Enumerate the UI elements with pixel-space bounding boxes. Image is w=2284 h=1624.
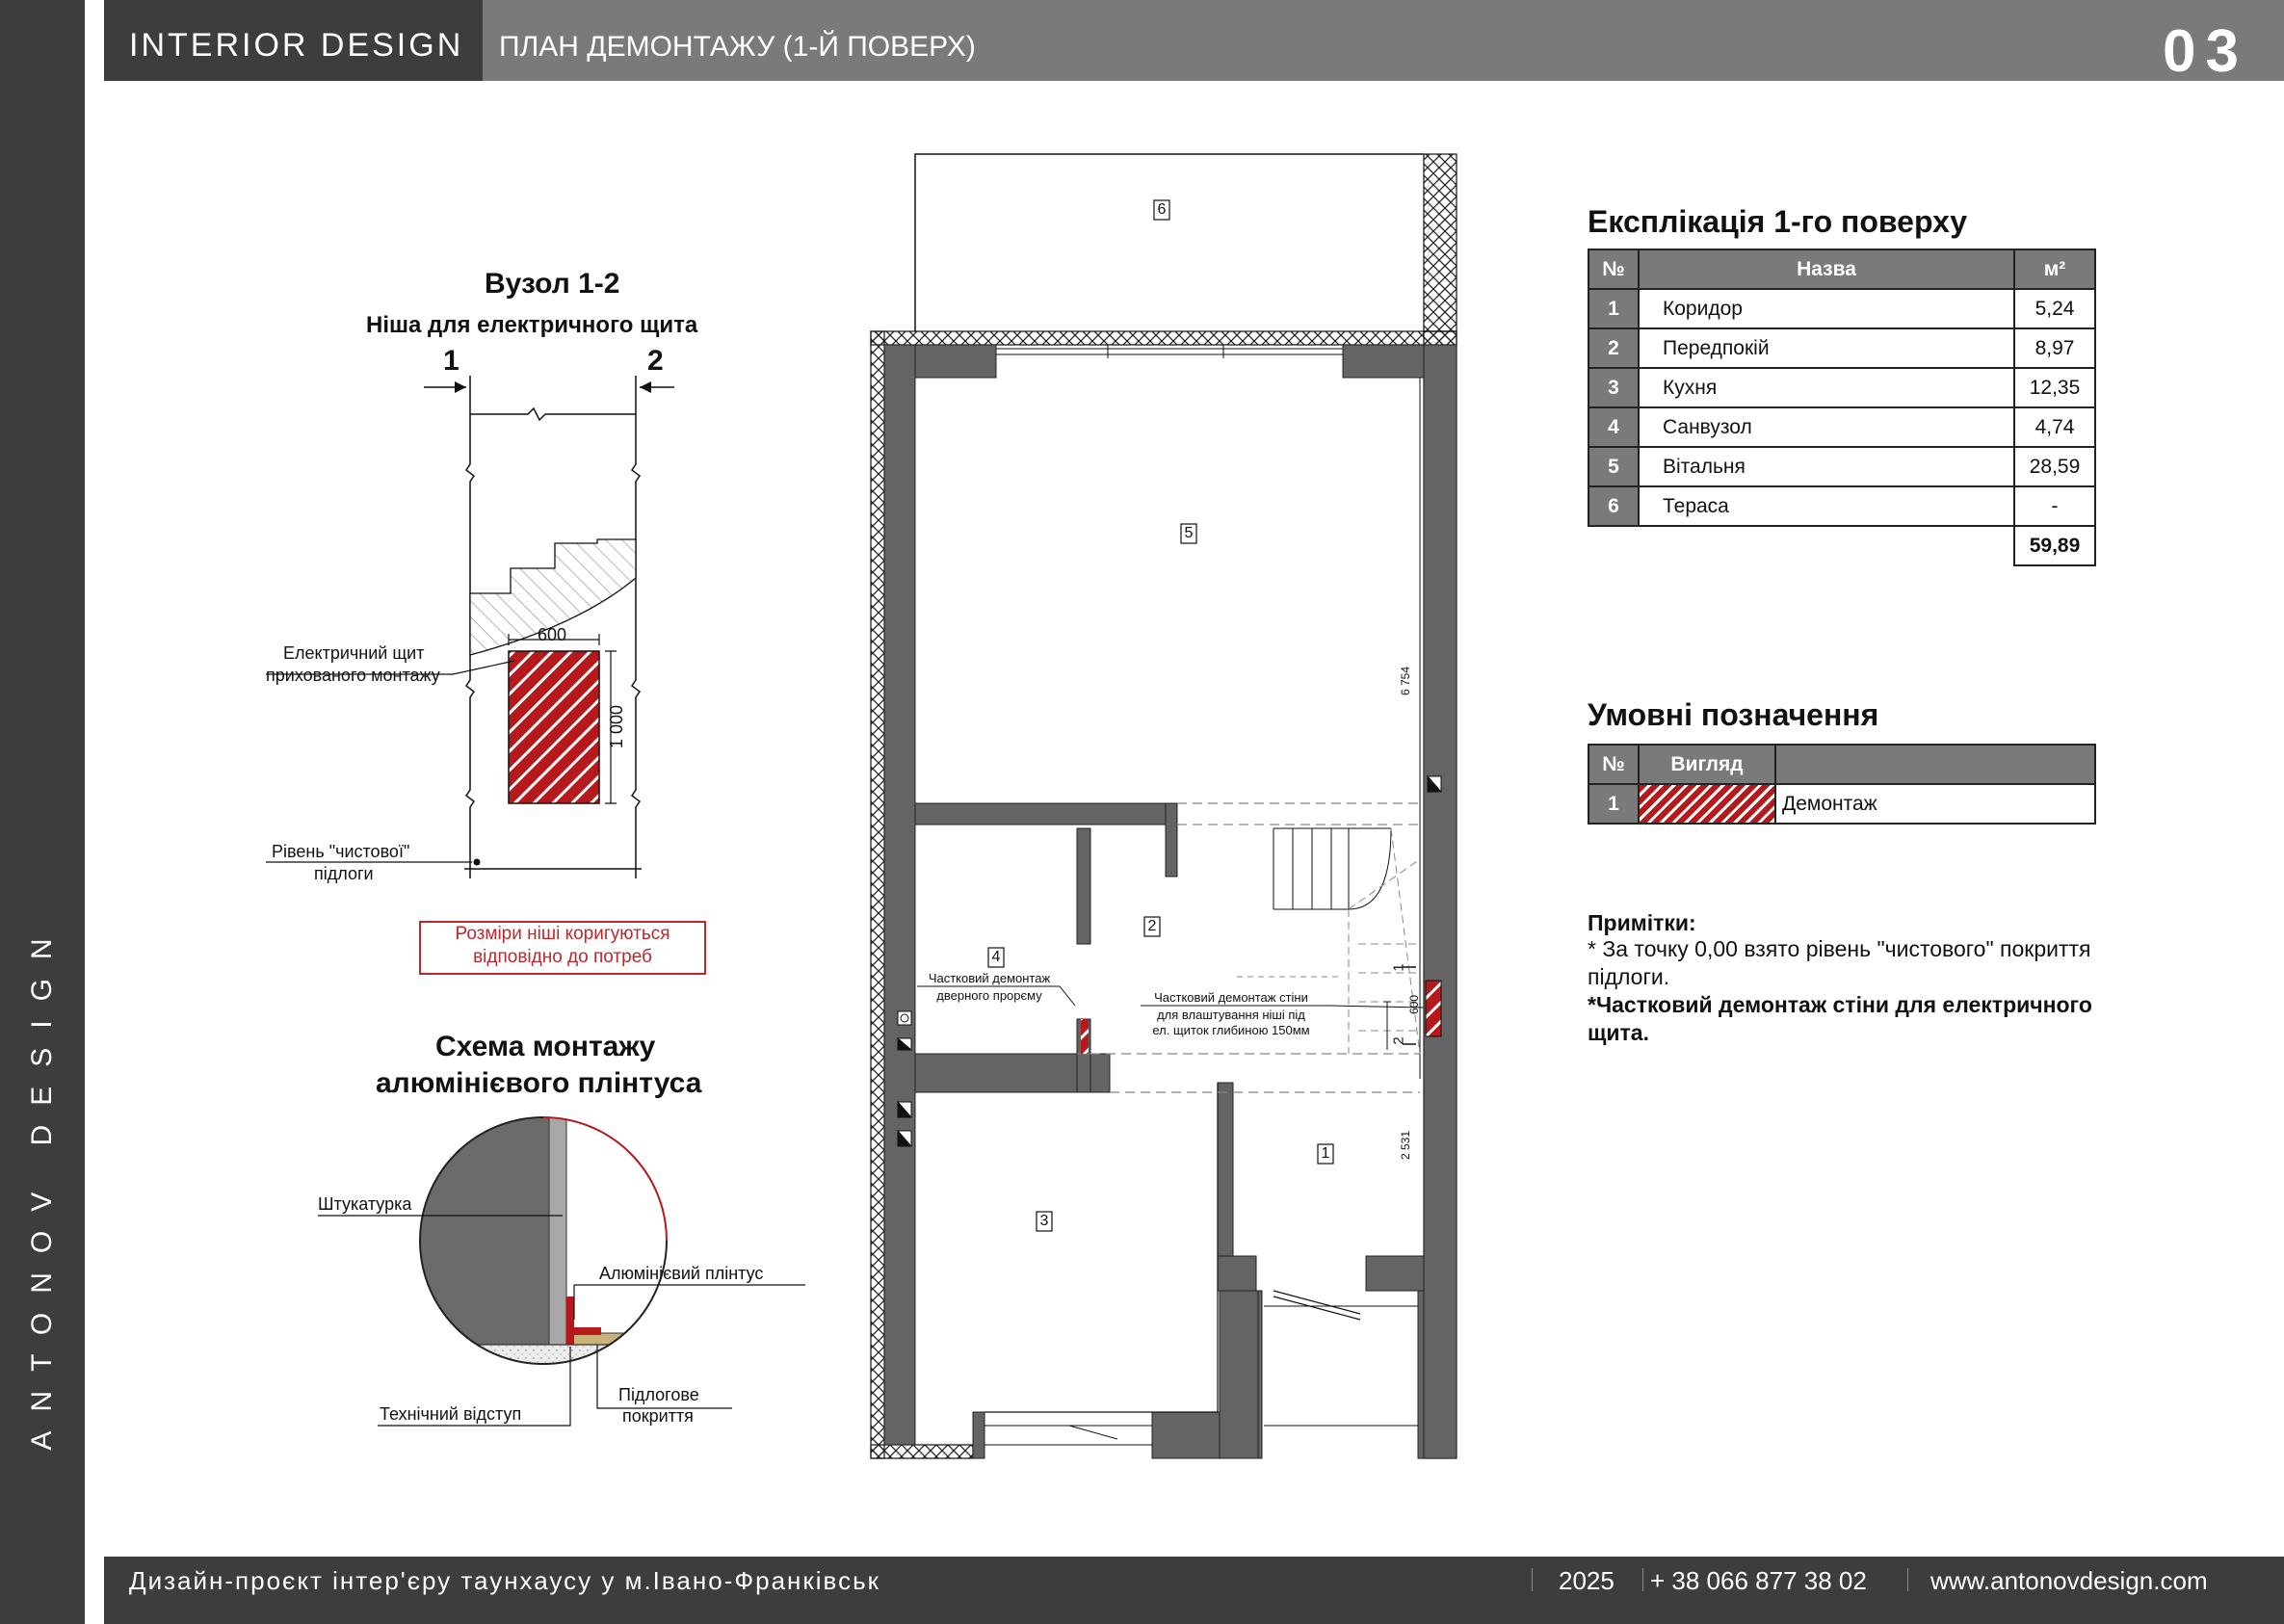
- plan-section-2: 2: [1390, 1036, 1407, 1045]
- room-tag-corridor: 1: [1321, 1145, 1330, 1162]
- total-spacer: [1639, 526, 2015, 565]
- aluminum-skirting-label: Алюмінієвий плінтус: [599, 1264, 764, 1283]
- row-name: Вітальня: [1638, 446, 2015, 487]
- panel-height-dimension: 1 000: [607, 704, 627, 749]
- legend-table: № Вигляд 1 Демонтаж: [1588, 744, 2096, 825]
- section-mark-2: 2: [647, 345, 664, 377]
- total-area: 59,89: [2013, 525, 2096, 566]
- table-row: 6 Тераса -: [1588, 485, 2096, 527]
- legend-row-num: 1: [1588, 783, 1640, 825]
- room-tag-bathroom: 4: [991, 949, 1001, 965]
- legend-header-view: Вигляд: [1638, 744, 1776, 785]
- plan-section-1: 1: [1390, 963, 1407, 972]
- room-tag-hallway: 2: [1147, 918, 1157, 934]
- row-area: 28,59: [2013, 446, 2096, 487]
- row-area: 8,97: [2013, 327, 2096, 369]
- header-name: Назва: [1638, 249, 2015, 290]
- dimension-upper: 6 754: [1399, 666, 1413, 696]
- table-row: 4 Санвузол 4,74: [1588, 406, 2096, 448]
- dimension-lower: 2 531: [1399, 1130, 1413, 1161]
- row-area: 5,24: [2013, 288, 2096, 329]
- room-tag-kitchen: 3: [1039, 1213, 1049, 1229]
- legend-row-label: Демонтаж: [1774, 783, 2096, 825]
- panel-width-dimension: 600: [538, 625, 567, 644]
- row-num: 5: [1588, 446, 1640, 487]
- table-row: 2 Передпокій 8,97: [1588, 327, 2096, 369]
- note-line-2b: щита.: [1588, 1020, 1649, 1045]
- row-name: Кухня: [1638, 367, 2015, 408]
- door-demolition-note-1: Частковий демонтаж: [928, 971, 1051, 985]
- row-area: 12,35: [2013, 367, 2096, 408]
- panel-label-line-2: прихованого монтажу: [266, 666, 440, 685]
- row-name: Тераса: [1638, 485, 2015, 527]
- explication-header-row: № Назва м²: [1588, 249, 2096, 290]
- floor-covering-label-2: покриття: [622, 1406, 694, 1426]
- row-num: 1: [1588, 288, 1640, 329]
- skirting-title-2: алюмінієвого плінтуса: [376, 1067, 702, 1099]
- demolition-hatch-swatch: [1638, 783, 1776, 825]
- legend-title: Умовні позначення: [1588, 697, 1879, 732]
- panel-label-line-1: Електричний щит: [283, 643, 425, 663]
- notes-title: Примітки:: [1588, 910, 1696, 935]
- explication-title: Експлікація 1-го поверху: [1588, 204, 1968, 239]
- row-num: 2: [1588, 327, 1640, 369]
- total-spacer: [1588, 526, 1639, 565]
- note-line-1a: * За точку 0,00 взято рівень "чистового"…: [1588, 936, 2091, 961]
- dimension-niche: 600: [1407, 994, 1422, 1015]
- row-area: 4,74: [2013, 406, 2096, 448]
- table-row: 3 Кухня 12,35: [1588, 367, 2096, 408]
- legend-header-row: № Вигляд: [1588, 744, 2096, 785]
- room-tag-terrace: 6: [1157, 201, 1167, 218]
- niche-detail-title: Вузол 1-2: [485, 268, 620, 300]
- floor-covering-label-1: Підлогове: [618, 1385, 699, 1404]
- technical-gap-label: Технічний відступ: [380, 1404, 522, 1424]
- niche-detail: [266, 376, 674, 878]
- note-line-1b: підлоги.: [1588, 964, 1670, 989]
- floor-level-label-1: Рівень "чистової": [272, 842, 410, 861]
- niche-warning-line-1: Розміри ніші коригуються: [455, 924, 670, 944]
- wall-demolition-note-1: Частковий демонтаж стіни: [1154, 990, 1308, 1005]
- total-row: 59,89: [1588, 525, 2096, 566]
- table-row: 5 Вітальня 28,59: [1588, 446, 2096, 487]
- plaster-label: Штукатурка: [318, 1194, 412, 1214]
- niche-detail-subtitle: Ніша для електричного щита: [366, 312, 698, 338]
- explication-table: № Назва м² 1 Коридор 5,24 2 Передпокій 8…: [1588, 249, 2096, 566]
- floor-plan: [870, 153, 1457, 1459]
- row-num: 3: [1588, 367, 1640, 408]
- row-num: 6: [1588, 485, 1640, 527]
- header-num: №: [1588, 249, 1640, 290]
- niche-warning-box: Розміри ніші коригуються відповідно до п…: [419, 921, 706, 975]
- row-name: Коридор: [1638, 288, 2015, 329]
- niche-warning-line-2: відповідно до потреб: [473, 947, 652, 967]
- note-line-2a: *Частковий демонтаж стіни для електрично…: [1588, 992, 2092, 1017]
- wall-demolition-note-2: для влаштування ніші під: [1157, 1008, 1305, 1022]
- wall-demolition-note-3: ел. щиток глибиною 150мм: [1152, 1023, 1310, 1037]
- room-tag-living: 5: [1184, 525, 1194, 541]
- row-name: Санвузол: [1638, 406, 2015, 448]
- door-demolition-note-2: дверного прорєму: [936, 988, 1042, 1003]
- legend-header-blank: [1774, 744, 2096, 785]
- legend-header-num: №: [1588, 744, 1640, 785]
- floor-level-label-2: підлоги: [314, 864, 374, 883]
- header-area: м²: [2013, 249, 2096, 290]
- row-num: 4: [1588, 406, 1640, 448]
- row-name: Передпокій: [1638, 327, 2015, 369]
- table-row: 1 Коридор 5,24: [1588, 288, 2096, 329]
- row-area: -: [2013, 485, 2096, 527]
- section-mark-1: 1: [443, 345, 459, 377]
- skirting-title-1: Схема монтажу: [435, 1031, 656, 1062]
- table-row: 1 Демонтаж: [1588, 783, 2096, 825]
